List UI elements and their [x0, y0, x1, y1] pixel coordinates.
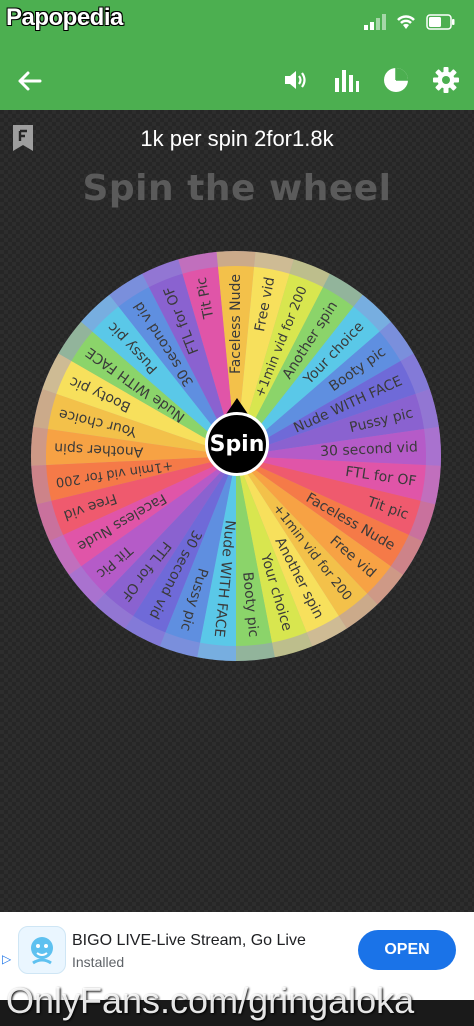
watermark-logo: Papopedia — [6, 4, 123, 31]
ad-app-status: Installed — [72, 954, 125, 970]
bigo-app-icon — [18, 926, 66, 974]
app-bar — [0, 52, 474, 110]
adchoices-icon[interactable]: ▷ — [2, 952, 11, 966]
spin-button[interactable]: Spin — [205, 412, 269, 476]
wheel-segment-label: Faceless Nude — [228, 274, 244, 374]
wheel-title: 1k per spin 2for1.8k — [140, 126, 334, 151]
app-mascot-icon — [31, 937, 53, 965]
bar-chart-icon[interactable] — [332, 66, 360, 94]
signal-icon — [364, 14, 386, 30]
ad-app-name: BIGO LIVE-Live Stream, Go Live — [72, 932, 306, 949]
arrow-left-icon[interactable] — [14, 66, 44, 96]
status-bar: Papopedia — [0, 0, 474, 52]
wheel-screen: 1k per spin 2for1.8k Spin the wheel Face… — [0, 110, 474, 912]
pie-chart-icon[interactable] — [382, 66, 410, 94]
app-bar-actions — [282, 66, 460, 94]
volume-icon[interactable] — [282, 66, 310, 94]
wheel-heading: Spin the wheel — [82, 168, 392, 209]
status-icons — [364, 14, 456, 30]
wifi-icon — [397, 15, 415, 29]
ad-open-button[interactable]: OPEN — [358, 930, 456, 970]
gear-icon[interactable] — [432, 66, 460, 94]
battery-icon — [426, 14, 455, 30]
watermark-text: OnlyFans.com/gringaloka — [6, 980, 415, 1021]
